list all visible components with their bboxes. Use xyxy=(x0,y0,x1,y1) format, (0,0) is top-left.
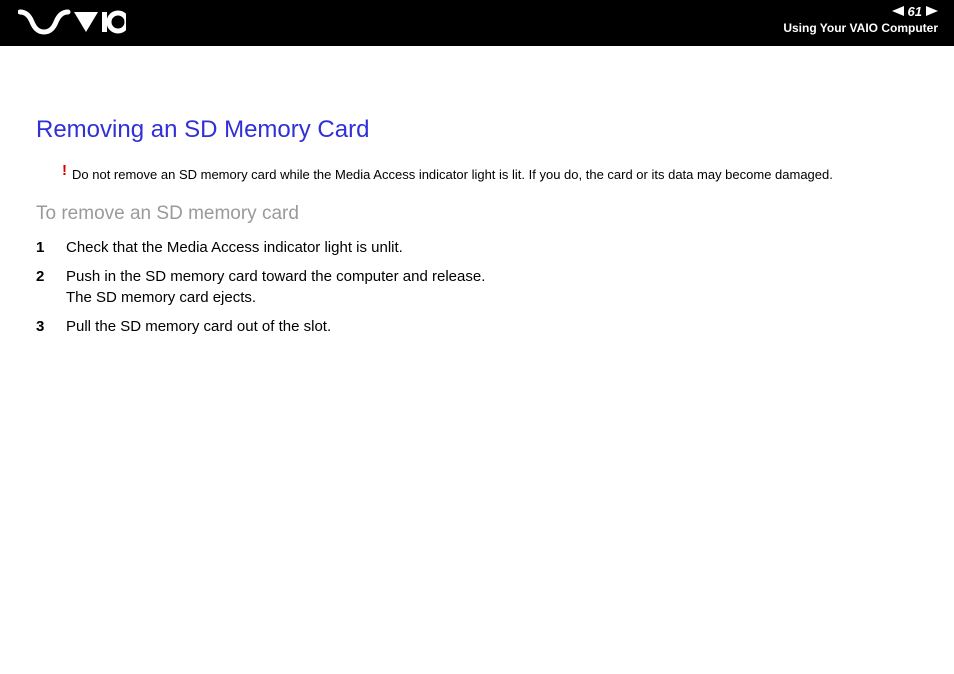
step-number: 1 xyxy=(36,237,66,258)
step-text: Push in the SD memory card toward the co… xyxy=(66,266,918,308)
list-item: 2 Push in the SD memory card toward the … xyxy=(36,266,918,308)
step-text: Pull the SD memory card out of the slot. xyxy=(66,316,918,337)
prev-page-arrow-icon[interactable] xyxy=(892,4,904,19)
warning-text: Do not remove an SD memory card while th… xyxy=(72,167,833,182)
step-text: Check that the Media Access indicator li… xyxy=(66,237,918,258)
steps-list: 1 Check that the Media Access indicator … xyxy=(36,237,918,337)
page-title: Removing an SD Memory Card xyxy=(36,116,918,144)
header-nav: 61 Using Your VAIO Computer xyxy=(783,4,938,35)
list-item: 3 Pull the SD memory card out of the slo… xyxy=(36,316,918,337)
header-bar: 61 Using Your VAIO Computer xyxy=(0,0,954,46)
page-content: Removing an SD Memory Card !Do not remov… xyxy=(0,46,954,337)
subheading: To remove an SD memory card xyxy=(36,203,918,225)
vaio-logo xyxy=(18,8,126,41)
warning-block: !Do not remove an SD memory card while t… xyxy=(64,164,918,185)
list-item: 1 Check that the Media Access indicator … xyxy=(36,237,918,258)
step-number: 2 xyxy=(36,266,66,308)
warning-icon: ! xyxy=(62,160,70,181)
next-page-arrow-icon[interactable] xyxy=(926,4,938,19)
section-title: Using Your VAIO Computer xyxy=(783,21,938,35)
step-number: 3 xyxy=(36,316,66,337)
page-number: 61 xyxy=(908,4,922,19)
